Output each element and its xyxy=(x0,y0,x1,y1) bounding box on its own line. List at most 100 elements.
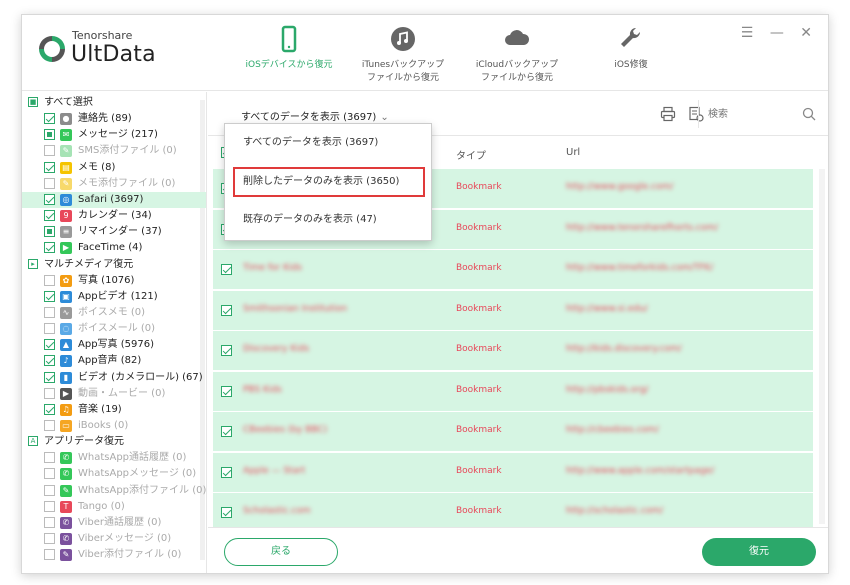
sidebar-section[interactable]: ■ すべて選択 xyxy=(22,95,206,111)
sidebar-item-checkbox[interactable] xyxy=(44,290,55,302)
sidebar-item[interactable]: ✿ 写真 (1076) xyxy=(22,273,206,289)
sidebar-item-checkbox[interactable] xyxy=(44,387,55,399)
minimize-icon[interactable]: — xyxy=(770,25,790,41)
export-settings-icon[interactable] xyxy=(688,106,704,122)
table-row[interactable]: Time for Kids Bookmark http://www.timefork… xyxy=(213,250,813,290)
bookmark-name: Time for Kids xyxy=(243,263,302,273)
sidebar-item[interactable]: ✎ メモ添付ファイル (0) xyxy=(22,176,206,192)
sidebar-item-checkbox[interactable] xyxy=(44,242,55,254)
sidebar-item-checkbox[interactable] xyxy=(44,339,55,351)
row-checkbox[interactable] xyxy=(221,304,232,316)
table-scrollbar[interactable] xyxy=(819,169,825,524)
row-checkbox[interactable] xyxy=(221,385,232,397)
sidebar-item-checkbox[interactable] xyxy=(44,161,55,173)
sidebar-item-checkbox[interactable] xyxy=(44,193,55,205)
row-checkbox[interactable] xyxy=(221,507,232,518)
row-checkbox[interactable] xyxy=(221,466,232,478)
footer: 戻る 復元 xyxy=(208,527,828,573)
menu-item-show-deleted-only[interactable]: 削除したデータのみを表示 (3650) xyxy=(233,167,425,197)
table-row[interactable]: Apple — Start Bookmark http://www.apple.co… xyxy=(213,452,813,493)
tab-ios-repair[interactable]: iOS修復 xyxy=(566,23,696,87)
section-toggle-icon[interactable]: A xyxy=(28,436,38,447)
sidebar-item-checkbox[interactable] xyxy=(44,113,55,125)
sidebar-item[interactable]: ✆ WhatsApp通話履歴 (0) xyxy=(22,450,206,466)
table-row[interactable]: Discovery Kids Bookmark http://kids.discov… xyxy=(213,331,813,371)
sidebar-item-checkbox[interactable] xyxy=(44,420,55,431)
sidebar-item[interactable]: ● 連絡先 (89) xyxy=(22,111,206,127)
printer-icon[interactable] xyxy=(660,106,676,122)
table-row[interactable]: Scholastic.com Bookmark http://scholastic.… xyxy=(213,493,813,527)
sidebar-item[interactable]: ▣ Appビデオ (121) xyxy=(22,289,206,305)
section-toggle-icon[interactable]: ▸ xyxy=(28,258,38,269)
sidebar-item[interactable]: 9 カレンダー (34) xyxy=(22,208,206,224)
app-window: Tenorshare UltData iOSデバイスから復元 iTunesバック… xyxy=(21,14,829,574)
menu-icon[interactable]: ☰ xyxy=(741,25,760,41)
sidebar-item[interactable]: ▲ App写真 (5976) xyxy=(22,337,206,353)
sidebar-item-checkbox[interactable] xyxy=(44,306,55,318)
menu-item-show-existing-only[interactable]: 既存のデータのみを表示 (47) xyxy=(233,205,425,235)
sidebar-item[interactable]: ✎ Viber添付ファイル (0) xyxy=(22,547,206,563)
sidebar-item-checkbox[interactable] xyxy=(44,323,55,335)
sidebar-item[interactable]: ▶ 動画・ムービー (0) xyxy=(22,386,206,402)
sidebar-item[interactable]: ◎ Safari (3697) xyxy=(22,191,206,208)
tab-icloud-backup-recover[interactable]: iCloudバックアップ ファイルから復元 xyxy=(452,23,582,87)
sidebar-item[interactable]: ▭ iBooks (0) xyxy=(22,418,206,434)
sidebar-item[interactable]: ≡ リマインダー (37) xyxy=(22,224,206,240)
sidebar-section-label: アプリデータ復元 xyxy=(44,436,124,448)
sidebar-item[interactable]: ◌ ボイスメール (0) xyxy=(22,321,206,337)
sidebar-item[interactable]: ∿ ボイスメモ (0) xyxy=(22,305,206,321)
sidebar-item[interactable]: ✆ Viber通話履歴 (0) xyxy=(22,515,206,531)
sidebar-item-checkbox[interactable] xyxy=(44,484,55,496)
menu-item-show-all[interactable]: すべてのデータを表示 (3697) xyxy=(233,128,425,158)
row-checkbox[interactable] xyxy=(221,264,232,275)
sidebar-item[interactable]: T Tango (0) xyxy=(22,499,206,515)
sidebar-item-checkbox[interactable] xyxy=(44,371,55,383)
sidebar-item-checkbox[interactable] xyxy=(44,274,55,286)
sidebar-item-checkbox[interactable] xyxy=(44,226,55,238)
table-row[interactable]: PBS Kids Bookmark http://pbskids.org/ xyxy=(213,371,813,412)
sidebar-item-checkbox[interactable] xyxy=(44,145,55,157)
category-icon: ∿ xyxy=(60,306,72,319)
sidebar-item[interactable]: ♪ App音声 (82) xyxy=(22,353,206,369)
sidebar-item[interactable]: ▶ FaceTime (4) xyxy=(22,240,206,256)
sidebar-item[interactable]: ▤ メモ (8) xyxy=(22,160,206,176)
sidebar-item-checkbox[interactable] xyxy=(44,177,55,189)
sidebar-item-checkbox[interactable] xyxy=(44,468,55,480)
sidebar-item-checkbox[interactable] xyxy=(44,403,55,415)
sidebar-item-checkbox[interactable] xyxy=(44,516,55,528)
sidebar-item[interactable]: ♫ 音楽 (19) xyxy=(22,402,206,418)
sidebar-section[interactable]: ▸ マルチメディア復元 xyxy=(22,257,206,273)
search-input[interactable] xyxy=(708,104,808,124)
sidebar-item[interactable]: ▮ ビデオ (カメラロール) (67) xyxy=(22,370,206,386)
sidebar-item-checkbox[interactable] xyxy=(44,355,55,367)
sidebar-item-checkbox[interactable] xyxy=(44,533,55,545)
back-button[interactable]: 戻る xyxy=(224,538,338,566)
section-toggle-icon[interactable]: ■ xyxy=(28,97,38,107)
sidebar-item-label: App音声 (82) xyxy=(78,355,142,367)
sidebar-item-checkbox[interactable] xyxy=(44,452,55,464)
sidebar-item[interactable]: ✉ メッセージ (217) xyxy=(22,127,206,143)
sidebar-item-checkbox[interactable] xyxy=(44,210,55,222)
category-icon: ● xyxy=(60,113,72,126)
sidebar-item-checkbox[interactable] xyxy=(44,500,55,512)
header: Tenorshare UltData iOSデバイスから復元 iTunesバック… xyxy=(22,15,828,91)
sidebar-section[interactable]: A アプリデータ復元 xyxy=(22,434,206,450)
bookmark-type: Bookmark xyxy=(456,465,502,476)
sidebar-item[interactable]: ✆ WhatsAppメッセージ (0) xyxy=(22,466,206,482)
filter-dropdown[interactable]: すべてのデータを表示 (3697) ⌄ xyxy=(241,108,389,123)
search-icon[interactable] xyxy=(802,107,816,121)
sidebar-item-checkbox[interactable] xyxy=(44,549,55,561)
sidebar-item[interactable]: ✆ Viberメッセージ (0) xyxy=(22,531,206,547)
recover-button[interactable]: 復元 xyxy=(702,538,816,566)
close-icon[interactable]: ✕ xyxy=(800,25,818,41)
row-checkbox[interactable] xyxy=(221,345,232,356)
sidebar-item-checkbox[interactable] xyxy=(44,129,55,141)
table-row[interactable]: CBeebies (by BBC) Bookmark http://cbeebies… xyxy=(213,412,813,452)
row-checkbox[interactable] xyxy=(221,426,232,437)
tab-itunes-backup-recover[interactable]: iTunesバックアップ ファイルから復元 xyxy=(338,23,468,87)
tab-ios-device-recover[interactable]: iOSデバイスから復元 xyxy=(224,23,354,87)
table-row[interactable]: Smithsonian Institution Bookmark http://ww… xyxy=(213,290,813,331)
sidebar-item[interactable]: ✎ SMS添付ファイル (0) xyxy=(22,143,206,159)
sidebar-item[interactable]: ✎ WhatsApp添付ファイル (0) xyxy=(22,483,206,499)
sidebar-item-label: Appビデオ (121) xyxy=(78,290,158,302)
